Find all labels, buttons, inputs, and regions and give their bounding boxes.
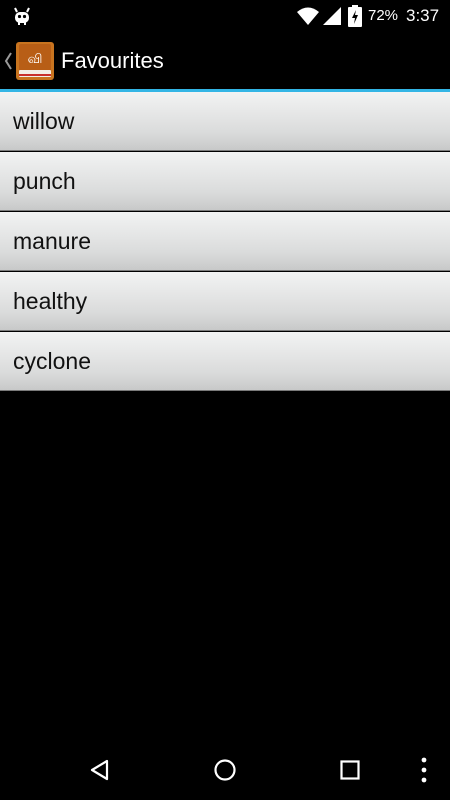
list-item[interactable]: healthy — [0, 272, 450, 331]
page-title: Favourites — [61, 48, 164, 73]
list-item-label: punch — [13, 167, 76, 194]
dictionary-book-icon: வி — [16, 42, 54, 80]
recents-button[interactable] — [328, 750, 372, 790]
signal-icon — [323, 7, 341, 25]
clock: 3:37 — [406, 6, 440, 25]
home-button[interactable] — [203, 750, 247, 790]
recents-icon — [340, 760, 360, 780]
list-item[interactable]: cyclone — [0, 332, 450, 391]
back-icon — [90, 759, 109, 781]
home-icon — [214, 759, 236, 781]
list-item[interactable]: manure — [0, 212, 450, 271]
battery-percent: 72% — [368, 7, 399, 24]
list-item-label: cyclone — [13, 347, 91, 374]
favourites-list: willow punch manure healthy cyclone — [0, 92, 450, 392]
overflow-menu-icon — [421, 757, 427, 783]
status-bar: 72% 3:37 — [0, 0, 450, 32]
list-item-label: healthy — [13, 287, 88, 314]
list-item[interactable]: willow — [0, 92, 450, 151]
wifi-icon — [297, 7, 319, 25]
chevron-left-icon — [4, 52, 12, 70]
battery-charging-icon — [348, 5, 362, 27]
action-bar: வி Favourites — [0, 32, 450, 90]
debug-icon — [14, 7, 30, 25]
svg-text:வி: வி — [28, 52, 43, 67]
list-item-label: manure — [13, 227, 91, 254]
overflow-menu-button[interactable] — [414, 750, 434, 790]
navigation-bar — [0, 740, 450, 800]
back-button[interactable] — [78, 750, 122, 790]
list-item[interactable]: punch — [0, 152, 450, 211]
list-item-label: willow — [13, 107, 75, 134]
